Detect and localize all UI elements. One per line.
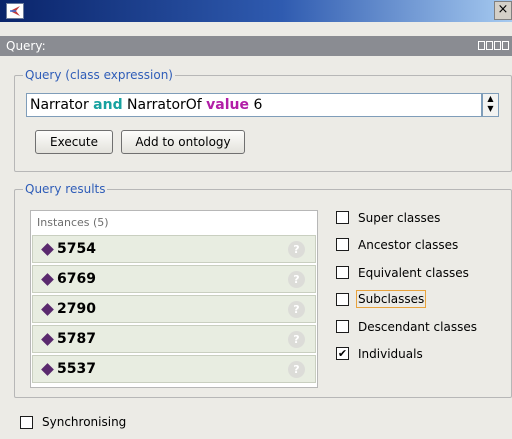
- help-icon[interactable]: ?: [288, 271, 305, 288]
- instances-list: Instances (5) 5754 ? 6769 ? 2790 ? 5787 …: [30, 210, 318, 388]
- individual-diamond-icon: [41, 363, 54, 376]
- keyword-and: and: [93, 97, 123, 113]
- keyword-value: value: [206, 97, 250, 113]
- view-close-icon[interactable]: [502, 41, 509, 50]
- view-header: Query:: [0, 36, 512, 56]
- view-detach-icon[interactable]: [478, 41, 485, 50]
- view-float-icon[interactable]: [486, 41, 493, 50]
- help-icon[interactable]: ?: [288, 241, 305, 258]
- execute-button[interactable]: Execute: [35, 130, 113, 154]
- descendant-classes-label[interactable]: Descendant classes: [358, 320, 477, 334]
- individual-diamond-icon: [41, 303, 54, 316]
- individual-diamond-icon: [41, 333, 54, 346]
- view-controls: [478, 41, 509, 50]
- list-item[interactable]: 5754 ?: [32, 235, 316, 263]
- help-icon[interactable]: ?: [288, 331, 305, 348]
- ancestor-classes-label[interactable]: Ancestor classes: [358, 238, 458, 252]
- help-icon[interactable]: ?: [288, 361, 305, 378]
- synchronising-label[interactable]: Synchronising: [42, 415, 126, 429]
- individuals-label[interactable]: Individuals: [358, 347, 423, 361]
- query-group-legend: Query (class expression): [23, 68, 175, 82]
- list-item[interactable]: 2790 ?: [32, 295, 316, 323]
- help-icon[interactable]: ?: [288, 301, 305, 318]
- list-item[interactable]: 5787 ?: [32, 325, 316, 353]
- checkmark-icon: ✔: [337, 347, 348, 360]
- individual-diamond-icon: [41, 273, 54, 286]
- equivalent-classes-checkbox[interactable]: [336, 266, 349, 279]
- instances-header: Instances (5): [37, 216, 109, 229]
- spinner-up-icon[interactable]: ▲: [483, 94, 498, 104]
- individuals-checkbox[interactable]: ✔: [336, 347, 349, 360]
- ancestor-classes-checkbox[interactable]: [336, 238, 349, 251]
- list-item[interactable]: 6769 ?: [32, 265, 316, 293]
- super-classes-checkbox[interactable]: [336, 211, 349, 224]
- class-expression-editor[interactable]: Narrator and NarratorOf value 6: [26, 93, 482, 117]
- add-to-ontology-button[interactable]: Add to ontology: [121, 130, 245, 154]
- view-maximize-icon[interactable]: [494, 41, 501, 50]
- subclasses-checkbox[interactable]: [336, 293, 349, 306]
- descendant-classes-checkbox[interactable]: [336, 320, 349, 333]
- equivalent-classes-label[interactable]: Equivalent classes: [358, 266, 469, 280]
- view-title: Query:: [6, 39, 46, 53]
- super-classes-label[interactable]: Super classes: [358, 211, 440, 225]
- protege-logo-icon: [6, 3, 24, 19]
- expression-spinner[interactable]: ▲ ▼: [482, 93, 499, 117]
- individual-diamond-icon: [41, 243, 54, 256]
- synchronising-checkbox[interactable]: [20, 416, 33, 429]
- title-bar: ×: [0, 0, 512, 22]
- spinner-down-icon[interactable]: ▼: [483, 104, 498, 114]
- query-results-legend: Query results: [23, 182, 108, 196]
- list-item[interactable]: 5537 ?: [32, 355, 316, 383]
- query-group: Query (class expression): [14, 68, 512, 172]
- subclasses-label[interactable]: Subclasses: [355, 290, 427, 308]
- close-button[interactable]: ×: [494, 1, 512, 20]
